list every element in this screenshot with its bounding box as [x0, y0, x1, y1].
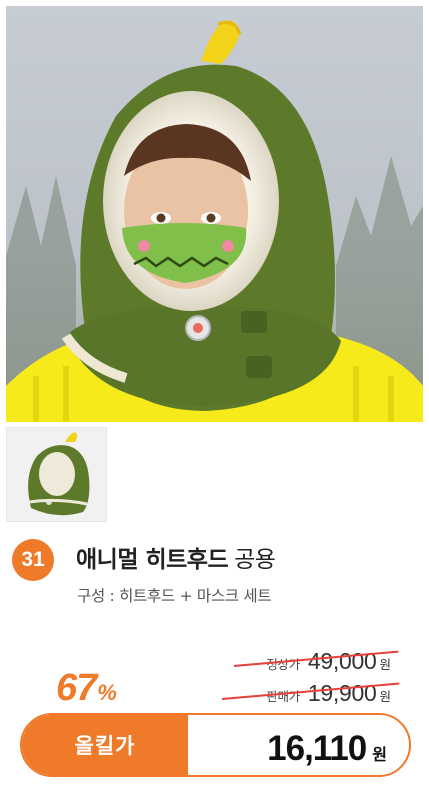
final-price-label: 올킬가 — [22, 715, 188, 775]
sale-price-currency: 원 — [379, 689, 391, 704]
product-name: 애니멀 히트후드 — [76, 547, 229, 573]
thumbnail-illustration — [7, 428, 106, 521]
rank-badge: 31 — [12, 539, 54, 581]
discount-rate: 67% — [56, 667, 117, 710]
final-price-value: 16,110 — [267, 729, 367, 768]
regular-price-currency: 원 — [379, 657, 391, 672]
product-title[interactable]: 애니멀 히트후드 공용 — [76, 540, 276, 574]
product-gender-tag: 공용 — [234, 547, 276, 573]
product-photo-illustration — [6, 6, 423, 422]
product-main-image[interactable] — [6, 6, 423, 422]
discount-sign: % — [97, 680, 117, 705]
discount-value: 67 — [56, 667, 97, 709]
regular-price-value: 49,000 — [307, 648, 377, 674]
product-composition: 구성 : 히트후드 + 마스크 세트 — [77, 587, 272, 605]
sale-price-value: 19,900 — [307, 680, 377, 706]
final-price-currency: 원 — [372, 745, 387, 764]
final-price-box[interactable]: 올킬가 16,110 원 — [20, 713, 411, 777]
product-thumbnail[interactable] — [6, 427, 107, 522]
final-price: 16,110 원 — [267, 715, 387, 775]
